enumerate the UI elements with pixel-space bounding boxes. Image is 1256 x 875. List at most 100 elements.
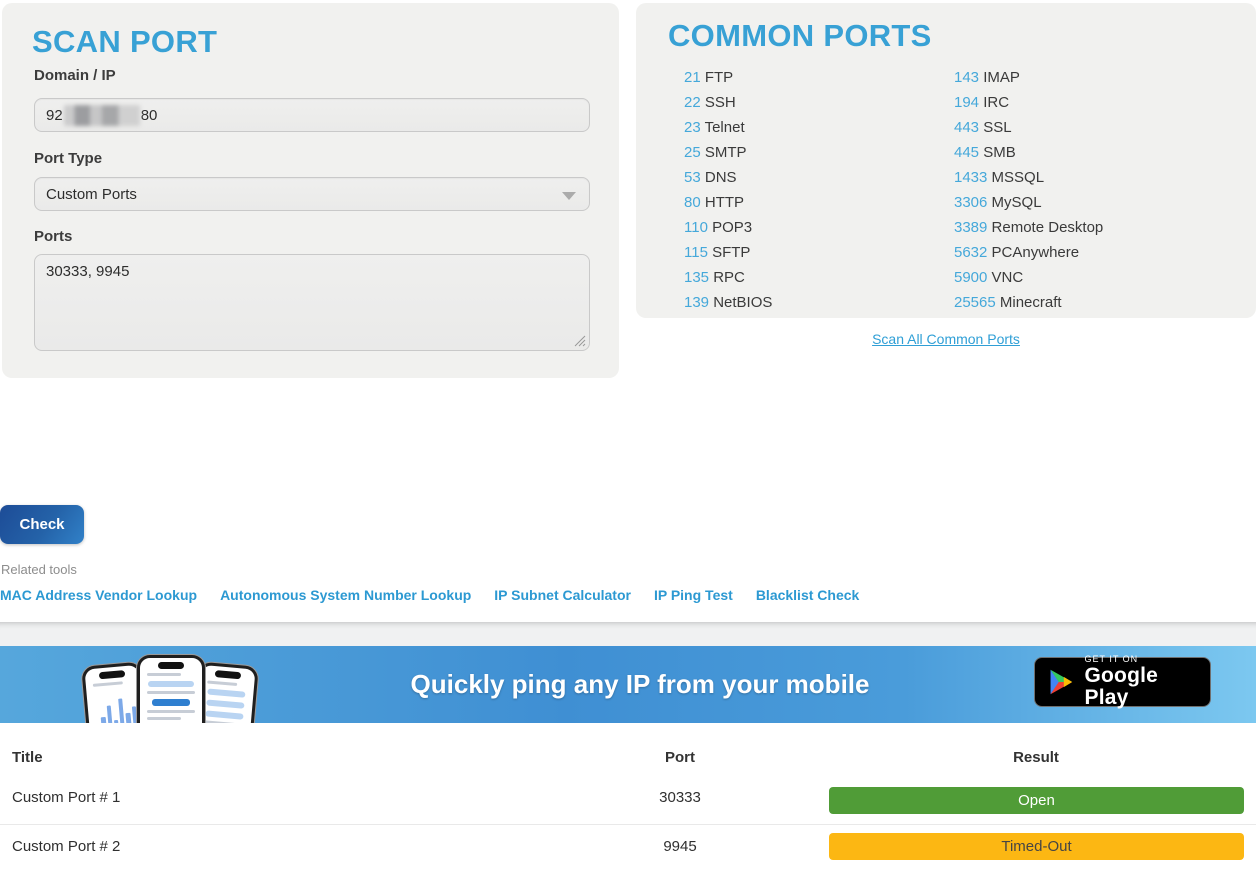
ports-textarea[interactable]: 30333, 9945 bbox=[34, 254, 590, 351]
row-divider bbox=[0, 824, 1256, 825]
port-number: 1433 bbox=[954, 169, 987, 186]
common-port-item[interactable]: 445 SMB bbox=[954, 140, 1103, 165]
domain-ip-input[interactable]: 92 80 bbox=[34, 98, 590, 132]
common-port-item[interactable]: 115 SFTP bbox=[684, 240, 772, 265]
common-port-item[interactable]: 1433 MSSQL bbox=[954, 165, 1103, 190]
common-port-item[interactable]: 143 IMAP bbox=[954, 65, 1103, 90]
port-name: MySQL bbox=[992, 194, 1042, 211]
phones-mockup-image bbox=[85, 651, 255, 723]
related-tools-label: Related tools bbox=[1, 562, 77, 577]
port-number: 25565 bbox=[954, 294, 996, 311]
common-port-item[interactable]: 135 RPC bbox=[684, 265, 772, 290]
badge-google-play: Google Play bbox=[1084, 665, 1197, 709]
port-number: 21 bbox=[684, 69, 701, 86]
port-number: 143 bbox=[954, 69, 979, 86]
port-number: 5632 bbox=[954, 244, 987, 261]
port-name: MSSQL bbox=[992, 169, 1045, 186]
common-port-item[interactable]: 443 SSL bbox=[954, 115, 1103, 140]
common-port-item[interactable]: 3306 MySQL bbox=[954, 190, 1103, 215]
chevron-down-icon bbox=[562, 192, 576, 200]
port-number: 110 bbox=[684, 219, 708, 236]
google-play-icon bbox=[1048, 667, 1073, 697]
column-header-result: Result bbox=[936, 749, 1136, 766]
port-name: VNC bbox=[992, 269, 1024, 286]
link-asn-lookup[interactable]: Autonomous System Number Lookup bbox=[220, 587, 471, 603]
port-number: 3306 bbox=[954, 194, 987, 211]
link-blacklist-check[interactable]: Blacklist Check bbox=[756, 587, 860, 603]
link-ip-subnet-calculator[interactable]: IP Subnet Calculator bbox=[494, 587, 631, 603]
port-name: SMB bbox=[983, 144, 1016, 161]
result-row-title: Custom Port # 2 bbox=[12, 838, 120, 855]
common-port-item[interactable]: 53 DNS bbox=[684, 165, 772, 190]
port-name: SSL bbox=[983, 119, 1011, 136]
common-ports-title: COMMON PORTS bbox=[668, 18, 932, 54]
common-port-item[interactable]: 22 SSH bbox=[684, 90, 772, 115]
link-ip-ping-test[interactable]: IP Ping Test bbox=[654, 587, 733, 603]
link-mac-address-vendor-lookup[interactable]: MAC Address Vendor Lookup bbox=[0, 587, 197, 603]
common-port-item[interactable]: 80 HTTP bbox=[684, 190, 772, 215]
scan-port-title: SCAN PORT bbox=[32, 24, 217, 60]
common-port-item[interactable]: 25565 Minecraft bbox=[954, 290, 1103, 315]
result-badge-timed-out: Timed-Out bbox=[829, 833, 1244, 860]
result-row-title: Custom Port # 1 bbox=[12, 789, 120, 806]
port-name: Minecraft bbox=[1000, 294, 1062, 311]
port-name: IRC bbox=[983, 94, 1009, 111]
column-header-title: Title bbox=[12, 749, 43, 766]
phone-mockup bbox=[137, 655, 205, 723]
port-name: SFTP bbox=[712, 244, 750, 261]
port-number: 115 bbox=[684, 244, 708, 261]
mobile-app-banner: Quickly ping any IP from your mobile GET… bbox=[0, 646, 1256, 723]
common-port-item[interactable]: 5632 PCAnywhere bbox=[954, 240, 1103, 265]
common-port-item[interactable]: 139 NetBIOS bbox=[684, 290, 772, 315]
common-port-item[interactable]: 21 FTP bbox=[684, 65, 772, 90]
common-ports-column-right: 143 IMAP 194 IRC 443 SSL 445 SMB 1433 MS… bbox=[954, 65, 1103, 315]
port-name: RPC bbox=[713, 269, 745, 286]
port-name: POP3 bbox=[712, 219, 752, 236]
port-type-select[interactable]: Custom Ports bbox=[34, 177, 590, 211]
result-badge-open: Open bbox=[829, 787, 1244, 814]
google-play-badge-text: GET IT ON Google Play bbox=[1084, 655, 1197, 709]
domain-ip-value-suffix: 80 bbox=[141, 107, 158, 124]
google-play-badge[interactable]: GET IT ON Google Play bbox=[1034, 657, 1211, 707]
port-name: HTTP bbox=[705, 194, 744, 211]
port-number: 445 bbox=[954, 144, 979, 161]
common-port-item[interactable]: 110 POP3 bbox=[684, 215, 772, 240]
column-header-port: Port bbox=[630, 749, 730, 766]
port-number: 5900 bbox=[954, 269, 987, 286]
port-number: 53 bbox=[684, 169, 701, 186]
domain-ip-label: Domain / IP bbox=[34, 67, 116, 84]
port-number: 23 bbox=[684, 119, 701, 136]
scan-port-panel: SCAN PORT Domain / IP 92 80 Port Type Cu… bbox=[2, 3, 619, 378]
result-row-port: 30333 bbox=[630, 789, 730, 806]
common-port-item[interactable]: 23 Telnet bbox=[684, 115, 772, 140]
common-ports-column-left: 21 FTP 22 SSH 23 Telnet 25 SMTP 53 DNS 8… bbox=[684, 65, 772, 315]
banner-headline: Quickly ping any IP from your mobile bbox=[411, 669, 870, 700]
port-number: 3389 bbox=[954, 219, 987, 236]
scan-all-common-ports-link[interactable]: Scan All Common Ports bbox=[636, 331, 1256, 347]
related-tools-links: MAC Address Vendor Lookup Autonomous Sys… bbox=[0, 587, 859, 603]
redacted-ip-segment bbox=[64, 105, 140, 126]
port-name: SMTP bbox=[705, 144, 747, 161]
port-name: IMAP bbox=[983, 69, 1020, 86]
domain-ip-value-prefix: 92 bbox=[46, 107, 63, 124]
common-port-item[interactable]: 3389 Remote Desktop bbox=[954, 215, 1103, 240]
port-name: PCAnywhere bbox=[992, 244, 1080, 261]
port-type-label: Port Type bbox=[34, 150, 102, 167]
common-port-item[interactable]: 25 SMTP bbox=[684, 140, 772, 165]
resize-handle-icon[interactable] bbox=[574, 335, 586, 347]
port-number: 80 bbox=[684, 194, 701, 211]
section-divider bbox=[0, 622, 1256, 646]
ports-value: 30333, 9945 bbox=[46, 263, 129, 280]
port-number: 22 bbox=[684, 94, 701, 111]
port-name: Telnet bbox=[705, 119, 745, 136]
common-port-item[interactable]: 194 IRC bbox=[954, 90, 1103, 115]
port-number: 25 bbox=[684, 144, 701, 161]
port-scanner-page: SCAN PORT Domain / IP 92 80 Port Type Cu… bbox=[0, 0, 1256, 875]
check-button[interactable]: Check bbox=[0, 505, 84, 544]
ports-label: Ports bbox=[34, 228, 72, 245]
port-name: FTP bbox=[705, 69, 733, 86]
port-number: 139 bbox=[684, 294, 709, 311]
common-port-item[interactable]: 5900 VNC bbox=[954, 265, 1103, 290]
port-type-selected-value: Custom Ports bbox=[46, 186, 137, 203]
common-ports-panel: COMMON PORTS 21 FTP 22 SSH 23 Telnet 25 … bbox=[636, 3, 1256, 318]
